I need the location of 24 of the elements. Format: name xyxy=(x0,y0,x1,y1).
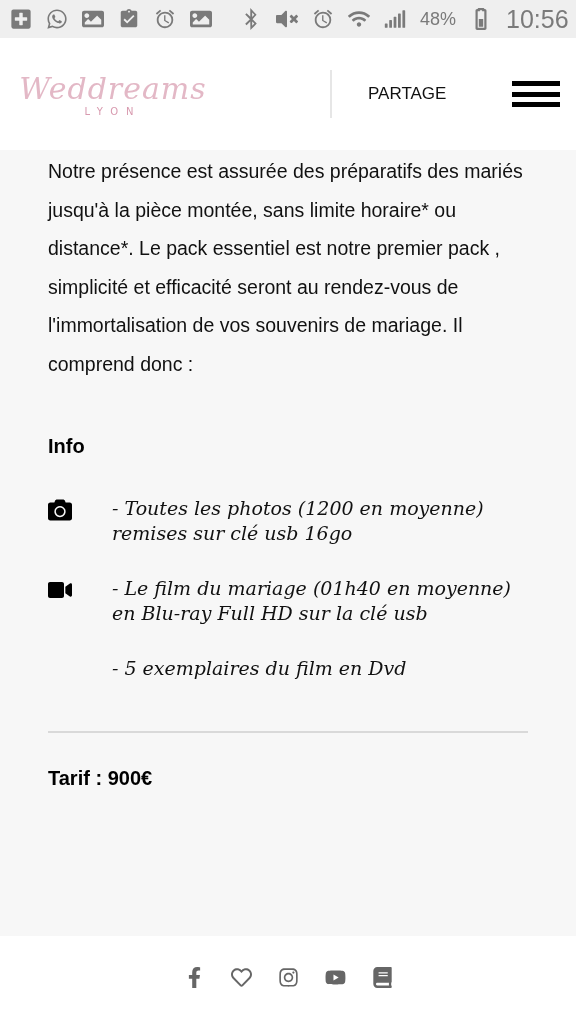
feature-text: - Toutes les photos (1200 en moyenne) remises sur clé usb 16go xyxy=(112,496,485,546)
plus-icon xyxy=(10,8,32,30)
heart-icon[interactable] xyxy=(230,966,252,988)
signal-icon xyxy=(384,8,406,30)
feature-text: - Le film du mariage (01h40 en moyenne) en Blu-ray Full HD sur la clé usb xyxy=(112,576,512,626)
intro-paragraph: Notre présence est assurée des préparatifs des mariés jusqu'à la pièce montée, sans limite horaire* ou distance*. Le pack essentiel est notre premier pack , simplicité et efficacité seront au rendez-vous de l'immortalisation de vos souvenirs de mariage. Il comprend donc : xyxy=(48,159,524,377)
mute-icon xyxy=(276,8,298,30)
section-title: Info xyxy=(48,435,86,458)
menu-button[interactable] xyxy=(512,81,560,107)
logo-subtitle: LYON xyxy=(84,106,142,117)
feature-text: - 5 exemplaires du film en Dvd xyxy=(112,656,407,681)
whatsapp-icon xyxy=(46,8,68,30)
price-text: Tarif : 900€ xyxy=(48,767,154,790)
image-icon xyxy=(82,8,104,30)
alarm-icon xyxy=(312,8,334,30)
camera-icon xyxy=(48,498,72,522)
clock-time: 10:56 xyxy=(506,4,569,34)
battery-percent: 48% xyxy=(420,8,457,30)
notification-icon xyxy=(190,8,212,30)
clipboard-icon xyxy=(118,8,140,30)
book-icon[interactable] xyxy=(371,966,393,988)
instagram-icon[interactable] xyxy=(277,966,299,988)
alarm-icon xyxy=(154,8,176,30)
share-link[interactable]: PARTAGE xyxy=(368,84,447,104)
